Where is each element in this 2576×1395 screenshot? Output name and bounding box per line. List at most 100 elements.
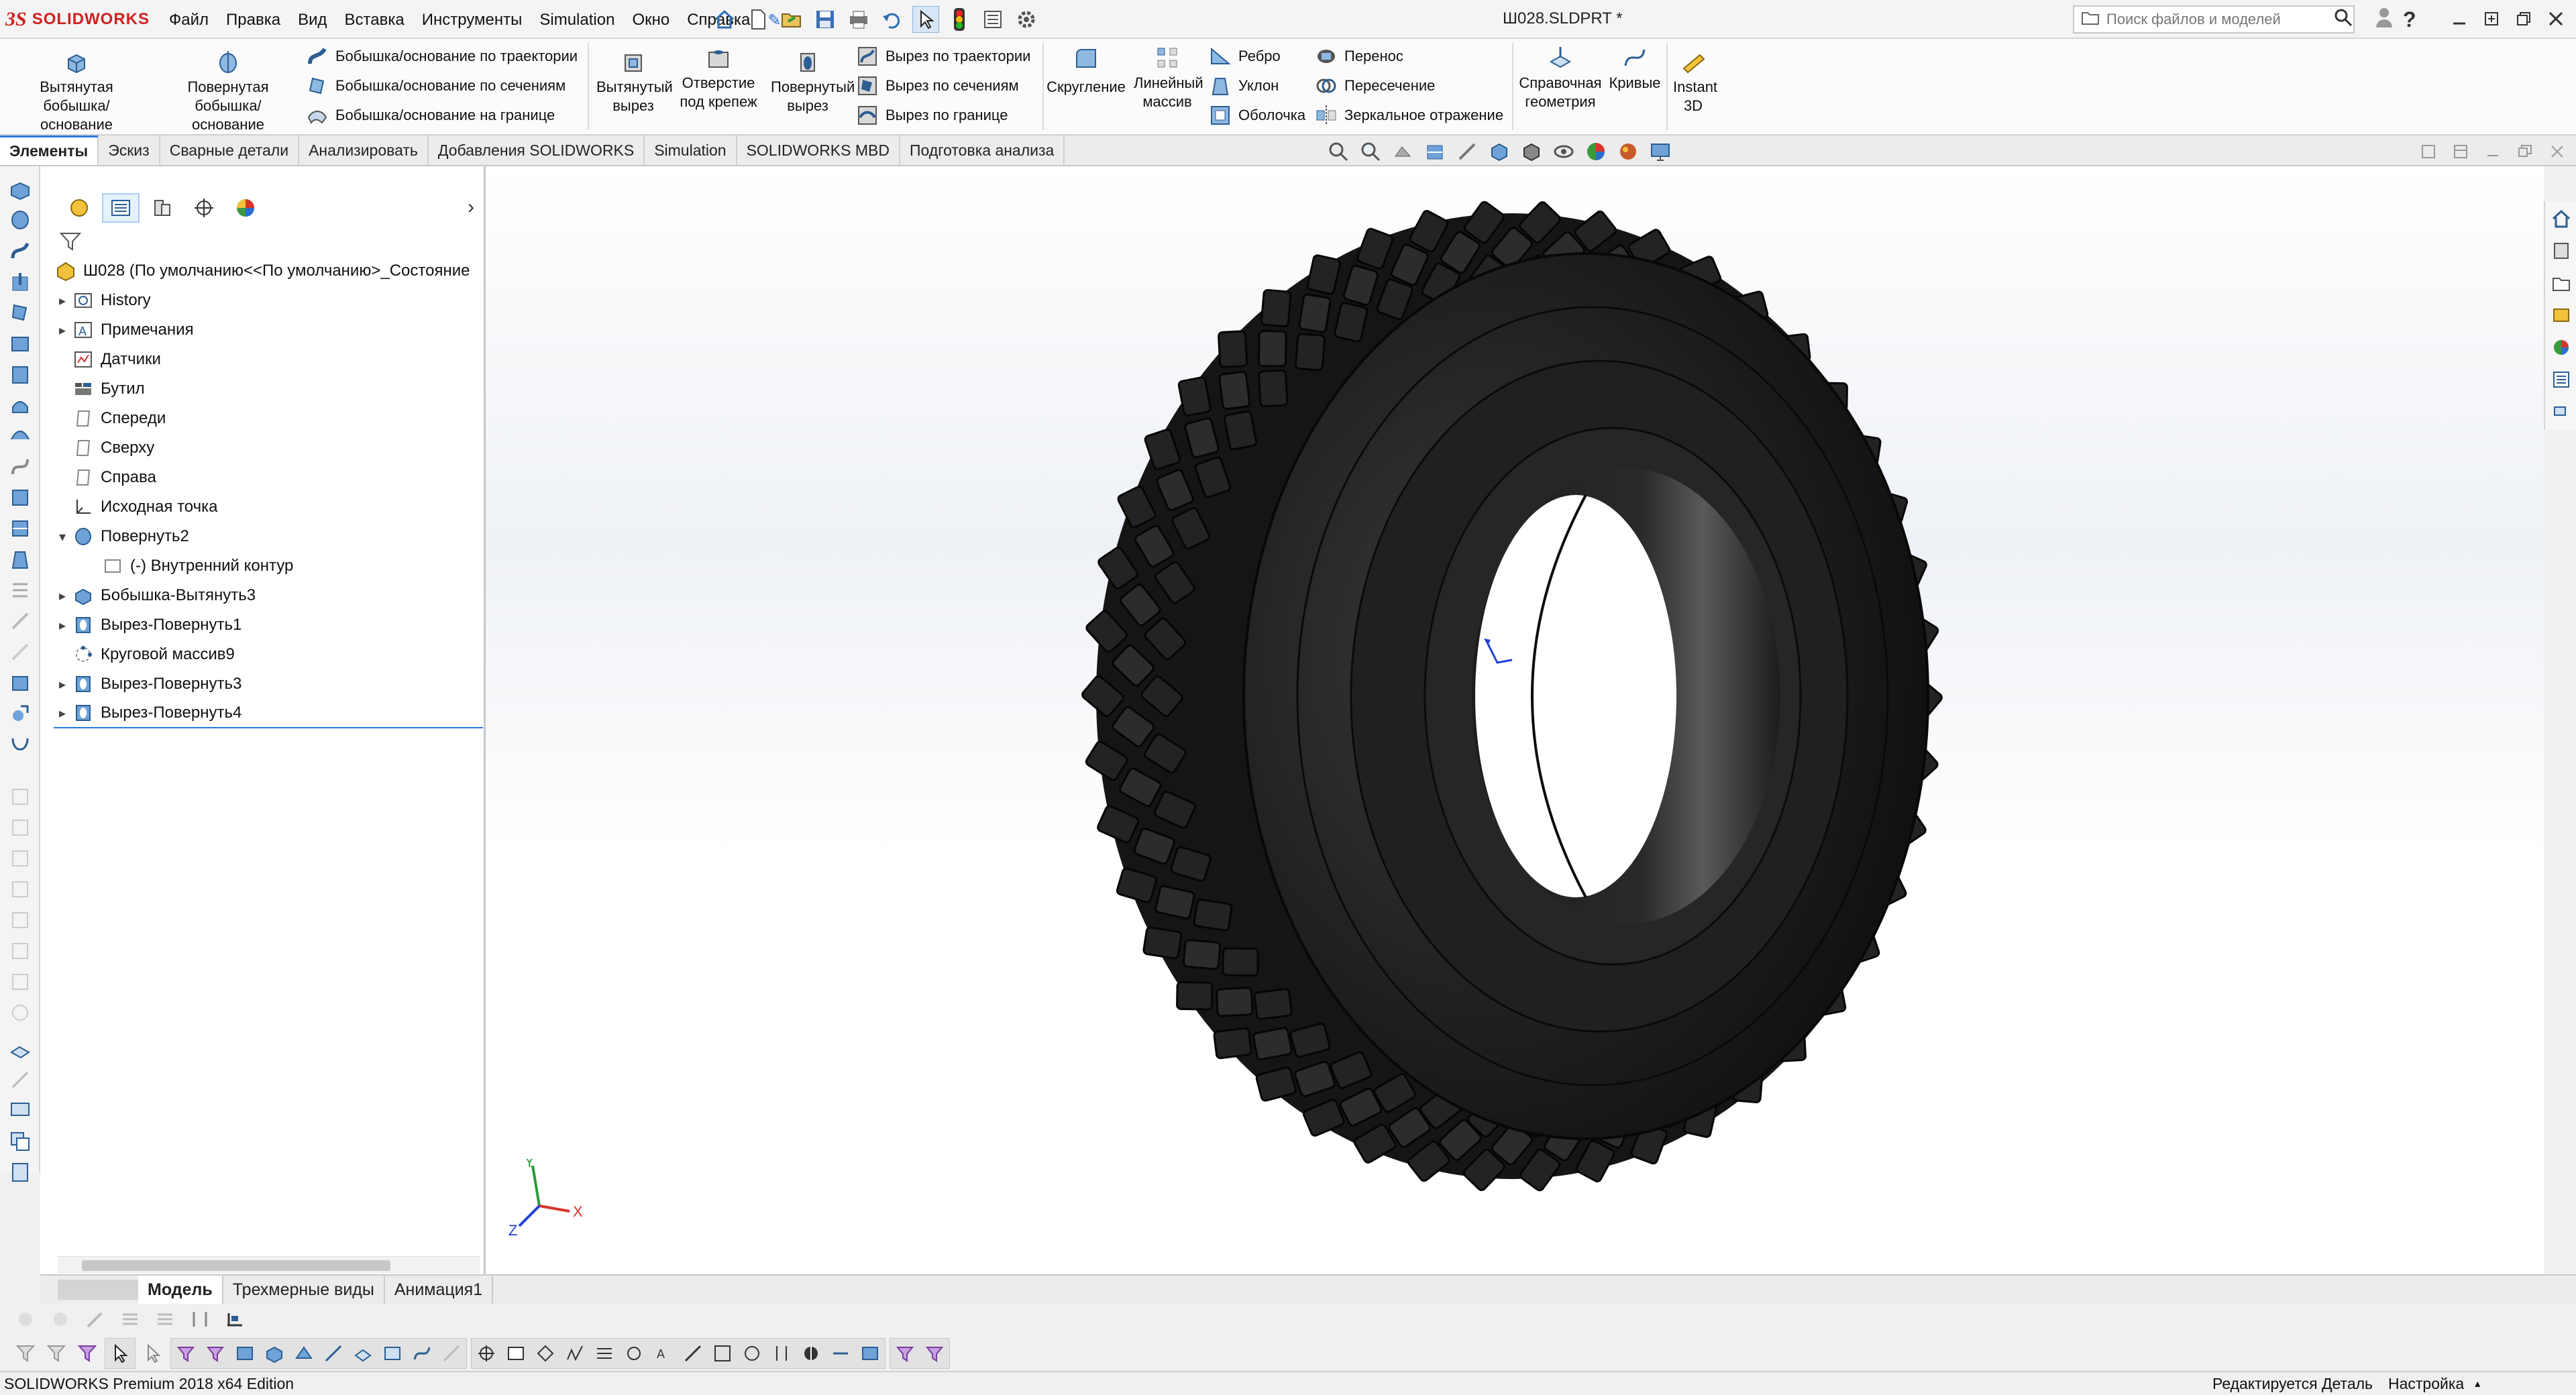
lofted-boss-button[interactable]: Бобышка/основание по сечениям: [306, 72, 566, 99]
disabled-tool-6-icon[interactable]: [5, 938, 35, 964]
display-style-icon[interactable]: [1518, 138, 1545, 165]
linear-pattern-button[interactable]: Линейный массив: [1127, 44, 1208, 111]
menu-window[interactable]: Окно: [631, 8, 671, 32]
custom-properties-icon[interactable]: [2546, 365, 2576, 394]
intersect-button[interactable]: Пересечение: [1315, 72, 1435, 99]
tree-item[interactable]: Датчики: [54, 345, 483, 374]
extruded-boss-button[interactable]: Вытянутая бобышка/основание: [3, 48, 150, 134]
fillet-button[interactable]: Скругление: [1044, 44, 1128, 97]
filter-edges-icon[interactable]: [202, 1340, 229, 1367]
design-library-icon[interactable]: [2546, 236, 2576, 266]
disabled-tool-2-icon[interactable]: [5, 814, 35, 841]
forum-icon[interactable]: [2546, 397, 2576, 427]
tree-item[interactable]: ▸ Вырез-Повернуть4: [54, 699, 483, 728]
swept-cut-button[interactable]: Вырез по траектории: [856, 43, 1030, 70]
viewport-restore-icon[interactable]: [2513, 140, 2537, 164]
dome-tool-icon[interactable]: [5, 361, 35, 388]
paste-tool-icon[interactable]: [5, 1159, 35, 1186]
tab-evaluate[interactable]: Анализировать: [299, 135, 429, 165]
tree-item[interactable]: ▸ Вырез-Повернуть1: [54, 610, 483, 640]
align-icon[interactable]: [186, 1306, 213, 1333]
filter-points-icon[interactable]: [438, 1340, 465, 1367]
viewport-close-icon[interactable]: [2545, 140, 2569, 164]
expand-arrow-icon[interactable]: ▸: [54, 705, 71, 722]
filter-sketch-icon[interactable]: [379, 1340, 406, 1367]
zoom-to-fit-icon[interactable]: [1325, 138, 1352, 165]
extruded-cut-button[interactable]: Вытянутый вырез: [593, 48, 674, 115]
tab-addins[interactable]: Добавления SOLIDWORKS: [429, 135, 645, 165]
open-document-icon[interactable]: [778, 6, 805, 33]
menu-simulation[interactable]: Simulation: [538, 8, 616, 32]
disabled-filter-1-icon[interactable]: [12, 1306, 39, 1333]
section-view-icon[interactable]: [1421, 138, 1448, 165]
tree-item[interactable]: Справа: [54, 463, 483, 492]
dimension-icon[interactable]: [221, 1306, 248, 1333]
disabled-filter-2-icon[interactable]: [47, 1306, 74, 1333]
wrap-button[interactable]: Перенос: [1315, 43, 1403, 70]
user-icon[interactable]: [2375, 6, 2394, 34]
save-icon[interactable]: [812, 6, 839, 33]
tree-horizontal-scrollbar[interactable]: [58, 1256, 480, 1274]
viewport-split-icon[interactable]: [2449, 140, 2473, 164]
viewport-tile-icon[interactable]: [2416, 140, 2440, 164]
expand-arrow-icon[interactable]: ▸: [54, 292, 71, 309]
tab-simulation[interactable]: Simulation: [645, 135, 737, 165]
filter-toggle-icon[interactable]: [12, 1340, 39, 1367]
tab-model[interactable]: Модель: [138, 1276, 223, 1304]
expand-arrow-icon[interactable]: ▸: [54, 322, 71, 339]
viewport-minimize-icon[interactable]: [2481, 140, 2505, 164]
revolved-cut-button[interactable]: Повернутый вырез: [762, 48, 855, 115]
rib-button[interactable]: Ребро: [1209, 43, 1281, 70]
file-explorer-icon[interactable]: [2546, 268, 2576, 298]
menu-file[interactable]: Файл: [168, 8, 210, 32]
filter-centerline-icon[interactable]: [827, 1340, 854, 1367]
tree-item[interactable]: ▾ Повернуть2: [54, 522, 483, 551]
curve-tool-icon[interactable]: [5, 731, 35, 758]
expand-arrow-icon[interactable]: ▸: [54, 617, 71, 634]
configuration-manager-icon[interactable]: [144, 193, 181, 223]
draft-tool-icon[interactable]: [5, 546, 35, 573]
solidworks-logo[interactable]: 3S SOLIDWORKS: [5, 4, 153, 35]
filter-features-icon[interactable]: [261, 1340, 288, 1367]
view-palette-icon[interactable]: [2546, 300, 2576, 330]
file-properties-icon[interactable]: [979, 6, 1006, 33]
zoom-to-area-icon[interactable]: [1357, 138, 1384, 165]
boundary-boss-button[interactable]: Бобышка/основание на границе: [306, 102, 555, 129]
disabled-tool-8-icon[interactable]: [5, 999, 35, 1026]
rebuild-icon[interactable]: [946, 6, 973, 33]
expand-arrow-icon[interactable]: ▸: [54, 588, 71, 604]
draft-button[interactable]: Уклон: [1209, 72, 1279, 99]
tree-item[interactable]: ▸ History: [54, 286, 483, 315]
filter-notes-icon[interactable]: [502, 1340, 529, 1367]
loft-tool-icon[interactable]: [5, 299, 35, 326]
display-manager-icon[interactable]: [227, 193, 264, 223]
search-input[interactable]: Поиск файлов и моделей: [2106, 11, 2326, 28]
mold-tool-icon[interactable]: [5, 392, 35, 418]
filter-cosmetic-thread-icon[interactable]: [680, 1340, 706, 1367]
curves-button[interactable]: Кривые: [1605, 44, 1665, 93]
previous-view-icon[interactable]: [1389, 138, 1416, 165]
dimxpert-manager-icon[interactable]: [185, 193, 223, 223]
swept-boss-button[interactable]: Бобышка/основание по траектории: [306, 43, 578, 70]
filter-balloon-icon[interactable]: [739, 1340, 765, 1367]
tree-item[interactable]: ▸ Вырез-Повернуть3: [54, 669, 483, 699]
tree-item[interactable]: Исходная точка: [54, 492, 483, 522]
filter-dimensions-icon[interactable]: [473, 1340, 500, 1367]
filter-surfaces-icon[interactable]: [290, 1340, 317, 1367]
tree-item[interactable]: Спереди: [54, 404, 483, 433]
menu-insert[interactable]: Вставка: [343, 8, 406, 32]
hide-show-items-icon[interactable]: [1550, 138, 1577, 165]
filter-hole-callout-icon[interactable]: [768, 1340, 795, 1367]
select-other-icon[interactable]: [140, 1340, 166, 1367]
menu-view[interactable]: Вид: [297, 8, 328, 32]
sweep-tool-icon[interactable]: [5, 237, 35, 264]
close-icon[interactable]: [2542, 5, 2569, 32]
select-pointer-icon[interactable]: [107, 1340, 133, 1367]
tree-filter-icon[interactable]: [59, 231, 82, 256]
filter-surface-finish-icon[interactable]: [561, 1340, 588, 1367]
shell-button[interactable]: Оболочка: [1209, 102, 1305, 129]
filter-all-icon[interactable]: [74, 1340, 101, 1367]
graphics-area[interactable]: Y X Z: [486, 166, 2544, 1274]
reference-plane-icon[interactable]: [5, 1036, 35, 1062]
delete-face-icon[interactable]: [5, 638, 35, 665]
